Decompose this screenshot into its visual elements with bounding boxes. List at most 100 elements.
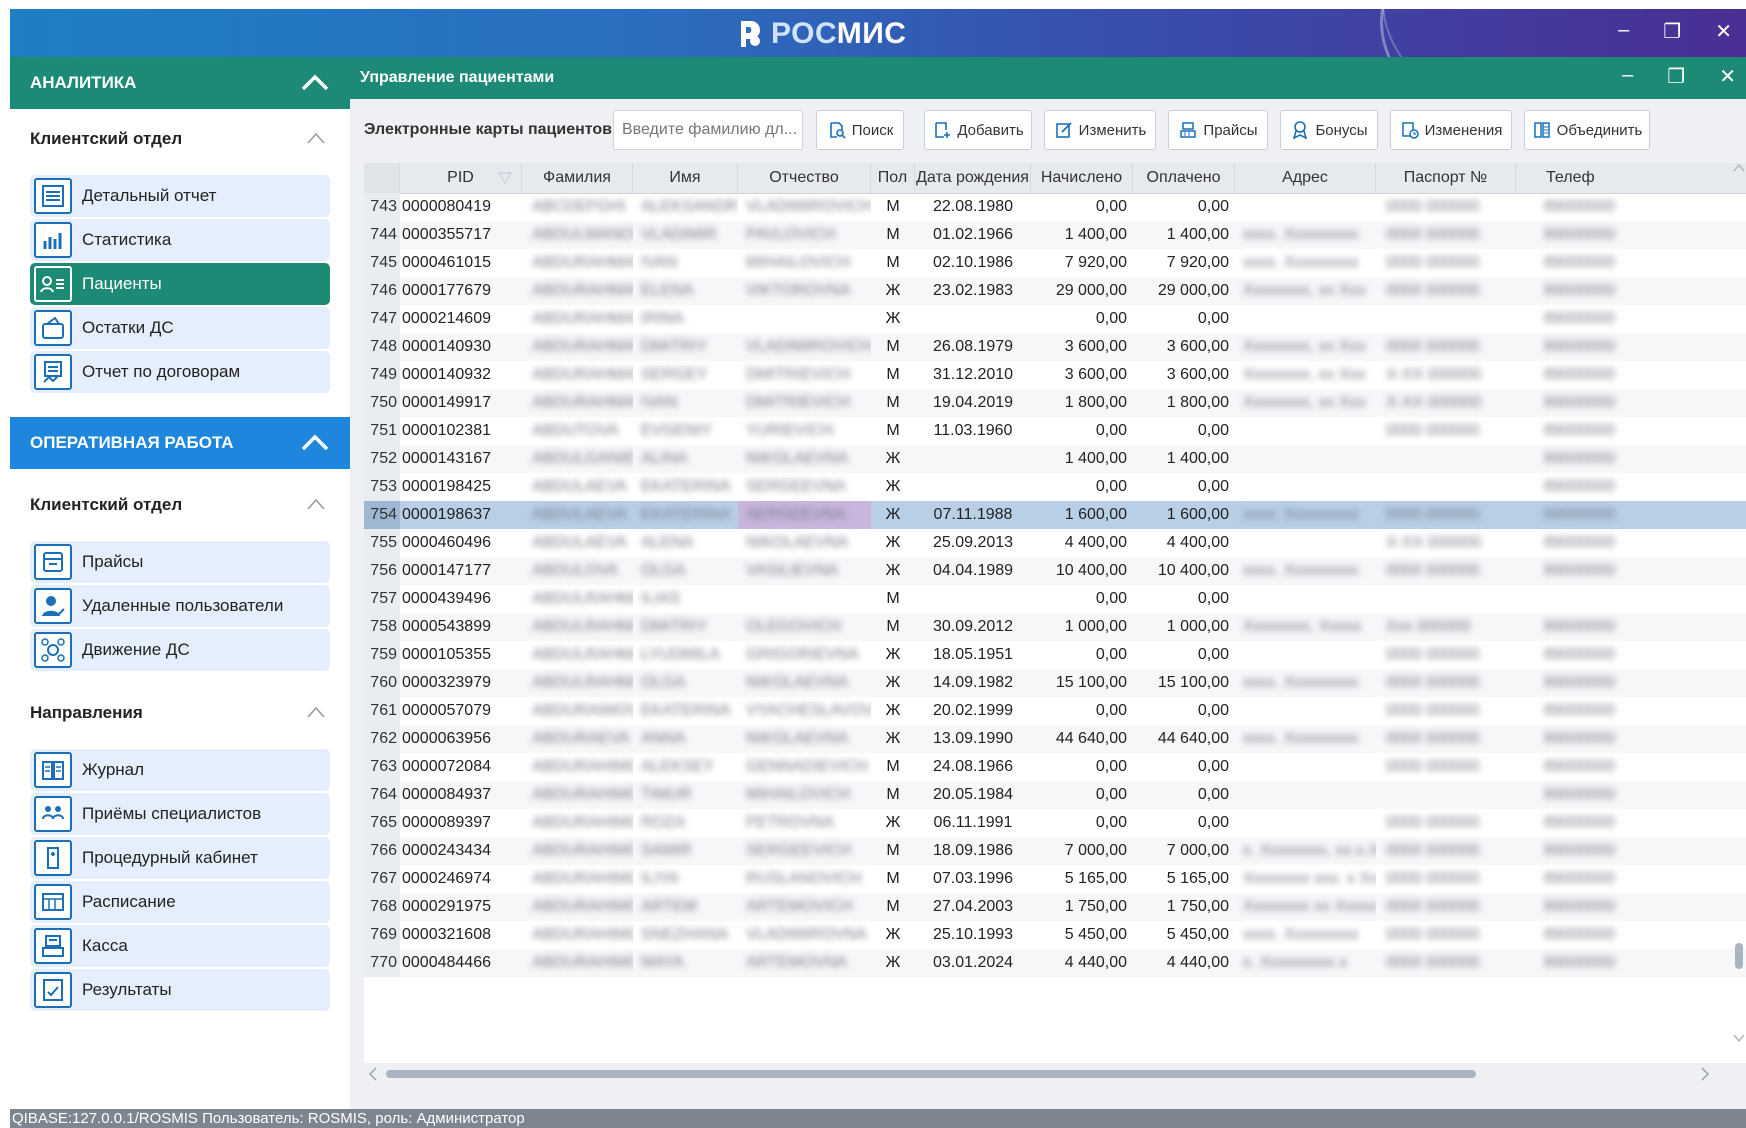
sidebar-item-label: Пациенты <box>82 274 162 293</box>
table-row[interactable]: 7460000177679 ABDURAHMANOVA ELENA VIKTOROVN… <box>364 277 1746 305</box>
column-header-charged[interactable]: Начислено <box>1031 163 1133 193</box>
add-button[interactable]: Добавить <box>924 110 1032 150</box>
column-header-lastname[interactable]: Фамилия <box>522 163 633 193</box>
bonuses-button[interactable]: Бонусы <box>1280 110 1378 150</box>
table-row[interactable]: 7520000143167 ABDULGANIEVA ALINA NIKOLAEVNA… <box>364 445 1746 473</box>
chevron-up-icon[interactable] <box>300 71 330 95</box>
scroll-left-icon[interactable] <box>368 1067 378 1081</box>
table-row[interactable]: 7640000084937 ABDURAHIMOV TIMUR MIHAILOVICH… <box>364 781 1746 809</box>
cell-lastname: ABDURAHIMOV <box>532 870 633 887</box>
chevron-up-icon[interactable] <box>300 431 330 455</box>
table-row[interactable]: 762 0000063956 ABDURAEVA ANNA NIKOLAEVNA Ж 13.… <box>364 725 1746 753</box>
column-header-birthdate[interactable]: Дата рождения <box>915 163 1031 193</box>
section-operations-header[interactable]: ОПЕРАТИВНАЯ РАБОТА <box>10 417 350 469</box>
scrollbar-thumb[interactable] <box>1735 943 1743 969</box>
cell-lastname: ABDURAHMANOV <box>532 394 633 411</box>
scrollbar-thumb[interactable] <box>386 1070 1476 1078</box>
cell-lastname: ABDURAHIMOVA <box>532 814 633 831</box>
table-row[interactable]: 7630000072084 ABDURAHIMOV ALEKSEY GENNADIEV… <box>364 753 1746 781</box>
sidebar-item-patients[interactable]: Пациенты <box>30 263 330 305</box>
search-button[interactable]: Поиск <box>816 110 904 150</box>
scroll-right-icon[interactable] <box>1700 1067 1710 1081</box>
table-row[interactable]: 755 0000460496 ABDULAEVA ALENA NIKOLAEVNA Ж 25… <box>364 529 1746 557</box>
cell-passport: 0000 000000 <box>1386 926 1480 943</box>
sidebar-item-contracts-report[interactable]: Отчет по договорам <box>30 351 330 393</box>
column-header-paid[interactable]: Оплачено <box>1133 163 1235 193</box>
sidebar-item-procedure-room[interactable]: Процедурный кабинет <box>30 837 330 879</box>
cell-lastname: ABDURAHIMOVA <box>532 926 633 943</box>
table-row[interactable]: 7490000140932 ABDURAHMANOV SERGEY DMITRIEVI… <box>364 361 1746 389</box>
table-row[interactable]: 7650000089397 ABDURAHIMOVA ROZA PETROVNA Ж 06… <box>364 809 1746 837</box>
cell-firstname: TIMUR <box>641 786 692 803</box>
table-row[interactable]: 7670000246974 ABDURAHIMOV ILIYA RUSLANOVICH… <box>364 865 1746 893</box>
column-header-firstname[interactable]: Имя <box>633 163 738 193</box>
close-icon[interactable]: ✕ <box>1715 19 1732 44</box>
restore-icon[interactable]: ❐ <box>1667 64 1685 89</box>
table-row[interactable]: 7680000291975 ABDURAHIMOV ARTEM ARTEMOVICH М… <box>364 893 1746 921</box>
table-row[interactable]: 7600000323979 ABDULRAHMANOVA OLGA NIKOLAEVN… <box>364 669 1746 697</box>
sidebar-item-statistics[interactable]: Статистика <box>30 219 330 261</box>
chevron-up-icon[interactable] <box>306 131 326 145</box>
table-row[interactable]: 7570000439496 ABDULRAHMAN ILIAS М 0,00 0,00 <box>364 585 1746 613</box>
sidebar-item-money-flow[interactable]: Движение ДС <box>30 629 330 671</box>
column-header-patronymic[interactable]: Отчество <box>738 163 871 193</box>
table-row[interactable]: 7450000461015 ABDURAHMANOV IVAN MIHAILOVICH… <box>364 249 1746 277</box>
cell-charged: 0,00 <box>1095 758 1127 775</box>
edit-button[interactable]: Изменить <box>1044 110 1156 150</box>
table-row[interactable]: 7470000214609 ABDURAHMANOVA IRINA Ж 0,00 0,00… <box>364 305 1746 333</box>
prices-button[interactable]: Прайсы <box>1168 110 1268 150</box>
group-title: Направления <box>30 703 143 722</box>
changes-button[interactable]: Изменения <box>1390 110 1512 150</box>
section-analytics-header[interactable]: АНАЛИТИКА <box>10 57 350 109</box>
search-input[interactable] <box>613 110 803 150</box>
sidebar-item-remote-users[interactable]: Удаленные пользователи <box>30 585 330 627</box>
scroll-up-icon[interactable] <box>1733 163 1745 173</box>
merge-button[interactable]: Объединить <box>1524 110 1650 150</box>
sidebar-item-detail-report[interactable]: Детальный отчет <box>30 175 330 217</box>
column-header-passport[interactable]: Паспорт № <box>1376 163 1516 193</box>
table-row[interactable]: 743 0000080419 ABCDEFGHI ALEKSANDR VLADIMIRO… <box>364 193 1746 221</box>
table-row[interactable]: 751 0000102381 ABDUTOVA EVGENIY YURIEVICH М 11… <box>364 417 1746 445</box>
horizontal-scrollbar[interactable] <box>364 1065 1746 1081</box>
cell-birthdate: 25.09.2013 <box>932 534 1014 551</box>
sidebar-item-journal[interactable]: Журнал <box>30 749 330 791</box>
cell-paid: 0,00 <box>1197 758 1229 775</box>
sidebar-item-balance[interactable]: Остатки ДС <box>30 307 330 349</box>
table-row[interactable]: 7690000321608 ABDURAHIMOVA SNEZHANA VLADIMI… <box>364 921 1746 949</box>
vertical-scrollbar[interactable] <box>1732 163 1746 1043</box>
table-row[interactable]: 7580000543899 ABDULRAHMANOV DMITRIY OLEGOVI… <box>364 613 1746 641</box>
table-row[interactable]: 7440000355717 ABDULMANOVA VLADIMIR PAVLOVIC… <box>364 221 1746 249</box>
window-controls: – ❐ ✕ <box>1618 19 1732 44</box>
sidebar-item-prices[interactable]: Прайсы <box>30 541 330 583</box>
row-number: 761 <box>364 697 400 725</box>
column-header-pid[interactable]: PID <box>400 163 522 193</box>
table-row[interactable]: 756 0000147177 ABDULOVA OLGA VASILIEVNA Ж 04.0… <box>364 557 1746 585</box>
scroll-down-icon[interactable] <box>1733 1033 1745 1043</box>
table-row[interactable]: 7700000484466 ABDURAHIMOVA MAYA ARTEMOVNA Ж 0… <box>364 949 1746 977</box>
table-row-selected[interactable]: 754 0000198637 ABDULAEVA EKATERINA SERGEEVNA… <box>364 501 1746 529</box>
minimize-icon[interactable]: – <box>1622 64 1633 89</box>
chevron-up-icon[interactable] <box>306 705 326 719</box>
sidebar-item-cashbox[interactable]: Касса <box>30 925 330 967</box>
column-header-phone[interactable]: Телеф <box>1516 163 1746 193</box>
cell-address <box>1235 473 1376 501</box>
sidebar-item-specialists[interactable]: Приёмы специалистов <box>30 793 330 835</box>
cell-firstname: SERGEY <box>641 366 708 383</box>
table-row[interactable]: 7480000140930 ABDURAHMANOV DMITRIY VLADIMIR… <box>364 333 1746 361</box>
close-icon[interactable]: ✕ <box>1719 64 1736 89</box>
table-row[interactable]: 7660000243434 ABDURAHIMOV SAMIR SERGEEVICH М… <box>364 837 1746 865</box>
table-row[interactable]: 7500000149917 ABDURAHMANOV IVAN DMITRIEVICH… <box>364 389 1746 417</box>
cell-paid: 4 440,00 <box>1166 954 1229 971</box>
restore-icon[interactable]: ❐ <box>1663 19 1681 44</box>
sidebar-item-results[interactable]: Результаты <box>30 969 330 1011</box>
table-row[interactable]: 7590000105355 ABDULRAHMANOVA LYUDMILA GRIGO… <box>364 641 1746 669</box>
minimize-icon[interactable]: – <box>1618 19 1629 44</box>
chevron-up-icon[interactable] <box>306 497 326 511</box>
column-header-sex[interactable]: Пол <box>871 163 915 193</box>
table-row[interactable]: 7610000057079 ABDURAIMOVA EKATERINA VYACHES… <box>364 697 1746 725</box>
sidebar-item-schedule[interactable]: Расписание <box>30 881 330 923</box>
table-row[interactable]: 753 0000198425 ABDULAEVA EKATERINA SERGEEVNA… <box>364 473 1746 501</box>
column-header-address[interactable]: Адрес <box>1235 163 1376 193</box>
cell-paid: 0,00 <box>1197 198 1229 215</box>
table-header: PID Фамилия Имя Отчество Пол Дата рожден… <box>364 163 1746 194</box>
